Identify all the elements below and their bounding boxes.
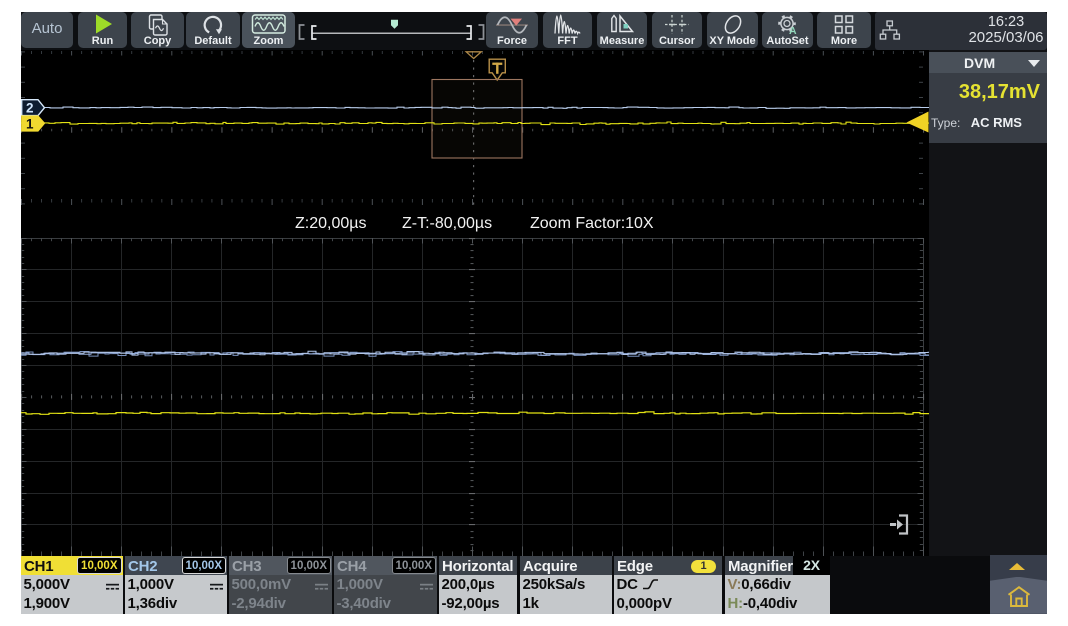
svg-text:2: 2 (26, 101, 34, 116)
svg-text:1: 1 (26, 116, 34, 131)
